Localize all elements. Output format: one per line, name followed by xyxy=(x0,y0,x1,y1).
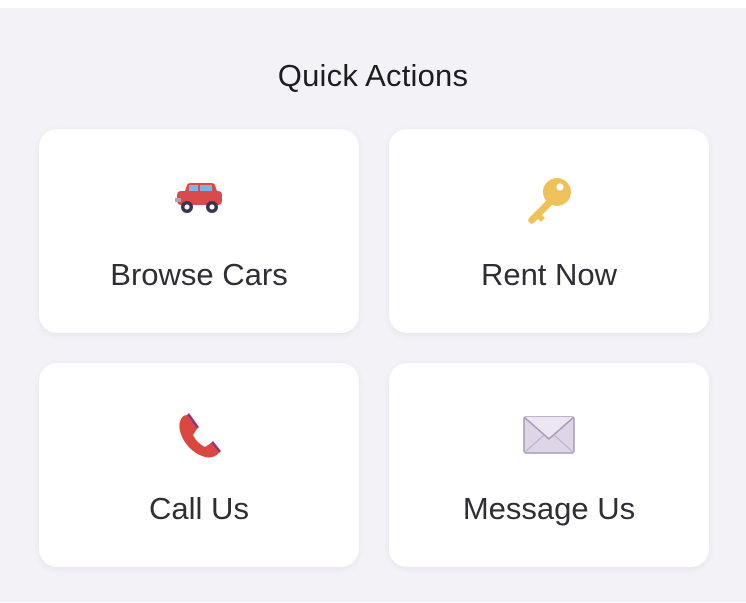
key-icon xyxy=(521,173,577,229)
message-us-label: Message Us xyxy=(462,491,636,526)
call-us-button[interactable]: Call Us xyxy=(39,363,359,567)
phone-icon xyxy=(171,407,227,463)
rent-now-button[interactable]: Rent Now xyxy=(389,129,709,333)
envelope-icon xyxy=(521,407,577,463)
browse-cars-button[interactable]: Browse Cars xyxy=(39,129,359,333)
browse-cars-label: Browse Cars xyxy=(110,257,288,292)
rent-now-label: Rent Now xyxy=(480,257,618,292)
message-us-button[interactable]: Message Us xyxy=(389,363,709,567)
call-us-label: Call Us xyxy=(149,491,249,526)
quick-actions-panel: Quick Actions Browse Cars Rent Now Call … xyxy=(0,8,746,602)
section-title: Quick Actions xyxy=(277,58,469,93)
car-icon xyxy=(171,173,227,229)
